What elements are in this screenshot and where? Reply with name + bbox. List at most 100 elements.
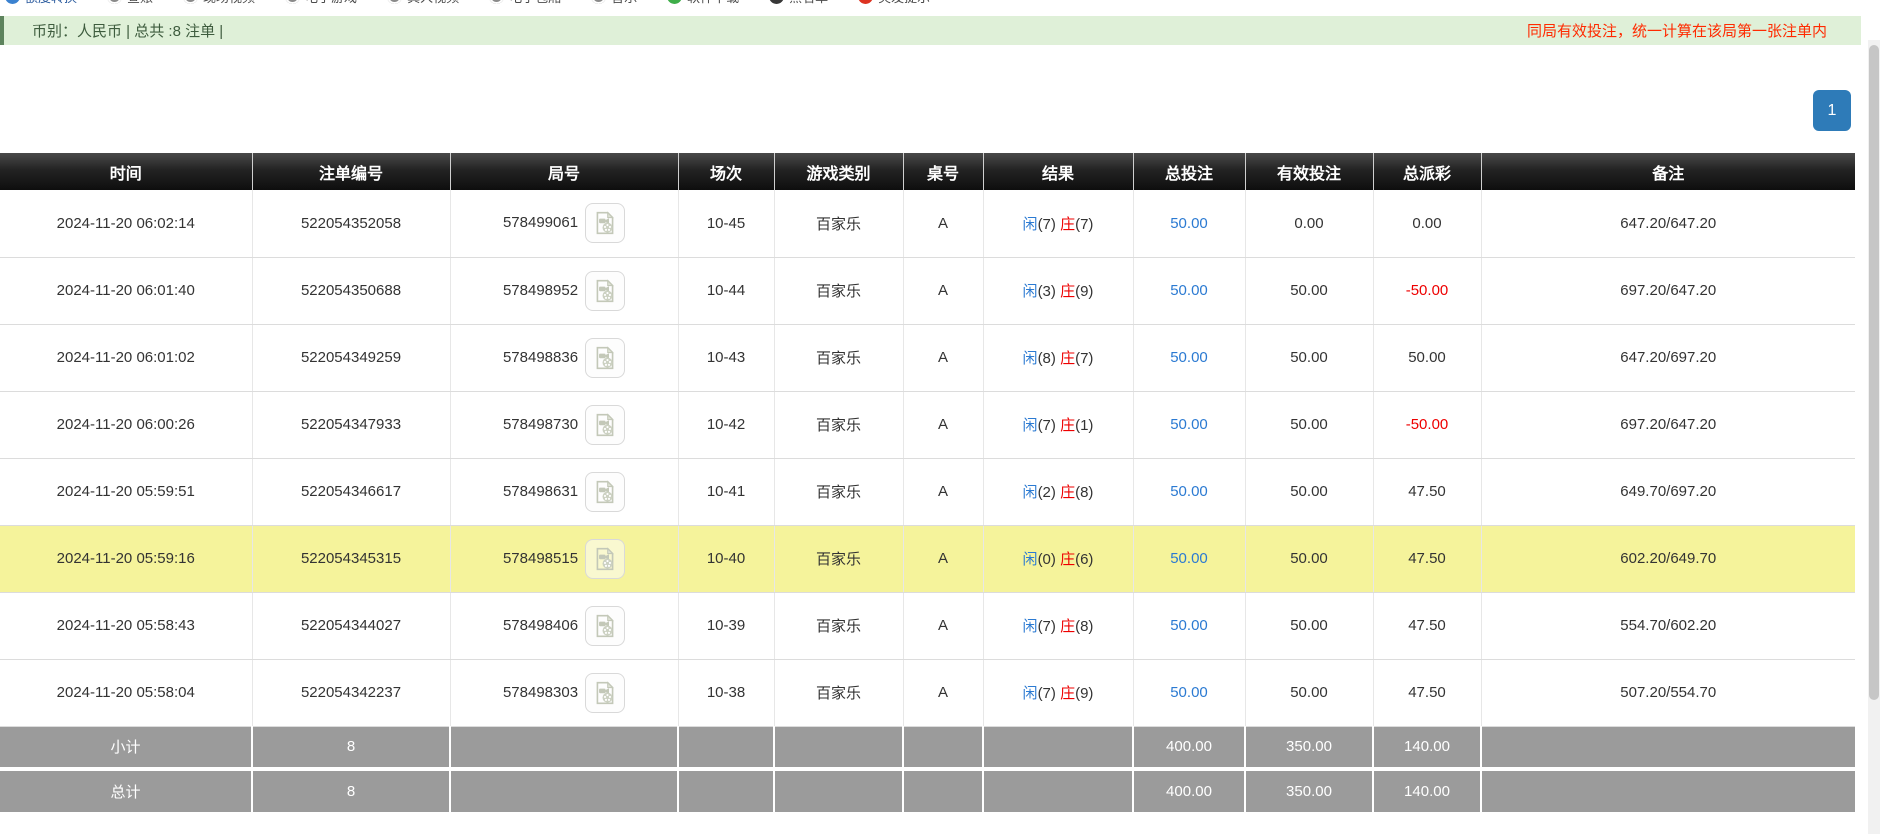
menu-item-label: 突发提示 xyxy=(878,0,930,6)
video-playback-button[interactable] xyxy=(585,539,625,579)
video-playback-icon xyxy=(592,546,618,572)
video-playback-button[interactable] xyxy=(585,203,625,243)
cell-bet-id: 522054350688 xyxy=(252,257,450,324)
cell-game-type: 百家乐 xyxy=(774,592,903,659)
column-header-4: 场次 xyxy=(678,153,774,190)
subtotal-row-cell: 小计 xyxy=(0,726,252,767)
menu-item-label: 电子游戏 xyxy=(305,0,357,6)
total-bet-link[interactable]: 50.00 xyxy=(1170,483,1208,500)
result-player: 闲 xyxy=(1023,618,1038,635)
grand-total-row-cell xyxy=(903,771,983,812)
total-bet-link[interactable]: 50.00 xyxy=(1170,617,1208,634)
cell-round-id: 578498406 xyxy=(450,592,678,659)
cell-valid-bet: 50.00 xyxy=(1245,458,1373,525)
cell-total-bet: 50.00 xyxy=(1133,190,1245,257)
cell-result: 闲(7) 庄(7) xyxy=(983,190,1133,257)
cell-time: 2024-11-20 05:58:43 xyxy=(0,592,252,659)
menu-item-8[interactable]: 软件下载 xyxy=(667,0,739,6)
video-playback-button[interactable] xyxy=(585,271,625,311)
bet-record-row: 2024-11-20 06:00:26522054347933578498730… xyxy=(0,391,1855,458)
subtotal-row-cell: 8 xyxy=(252,726,450,767)
bet-record-row: 2024-11-20 06:02:14522054352058578499061… xyxy=(0,190,1855,257)
cell-game-type: 百家乐 xyxy=(774,190,903,257)
cell-session: 10-42 xyxy=(678,391,774,458)
menu-item-3[interactable]: 现场视频 xyxy=(183,0,255,6)
grand-total-row-cell: 400.00 xyxy=(1133,771,1245,812)
cell-total-bet: 50.00 xyxy=(1133,659,1245,726)
scrollbar-thumb[interactable] xyxy=(1869,45,1879,700)
column-header-5: 游戏类别 xyxy=(774,153,903,190)
cell-round-id: 578499061 xyxy=(450,190,678,257)
menu-item-label: 黑名单 xyxy=(789,0,828,6)
menu-item-2[interactable]: 查账 xyxy=(107,0,153,6)
total-bet-link[interactable]: 50.00 xyxy=(1170,550,1208,567)
pagination-page-1-button[interactable]: 1 xyxy=(1813,90,1851,131)
menu-item-label: 查账 xyxy=(127,0,153,6)
cell-valid-bet: 50.00 xyxy=(1245,391,1373,458)
grand-total-row-cell xyxy=(450,771,678,812)
cell-time: 2024-11-20 06:00:26 xyxy=(0,391,252,458)
video-playback-button[interactable] xyxy=(585,472,625,512)
total-bet-link[interactable]: 50.00 xyxy=(1170,215,1208,232)
menu-item-1[interactable]: 额度转换 xyxy=(5,0,77,6)
menu-item-6[interactable]: 电子包厢 xyxy=(489,0,561,6)
column-header-8: 总投注 xyxy=(1133,153,1245,190)
cell-remark: 649.70/697.20 xyxy=(1481,458,1855,525)
video-playback-icon xyxy=(592,479,618,505)
grand-total-row: 总计8400.00350.00140.00 xyxy=(0,771,1855,812)
total-bet-link[interactable]: 50.00 xyxy=(1170,349,1208,366)
video-playback-button[interactable] xyxy=(585,405,625,445)
total-bet-link[interactable]: 50.00 xyxy=(1170,282,1208,299)
menu-item-5[interactable]: 真人视频 xyxy=(387,0,459,6)
cell-result: 闲(3) 庄(9) xyxy=(983,257,1133,324)
table-header-row: 时间注单编号局号场次游戏类别桌号结果总投注有效投注总派彩备注 xyxy=(0,153,1855,190)
result-player: 闲 xyxy=(1023,685,1038,702)
menu-item-label: 音乐 xyxy=(611,0,637,6)
cell-round-id: 578498952 xyxy=(450,257,678,324)
cell-payout: 47.50 xyxy=(1373,525,1481,592)
cell-table-no: A xyxy=(903,257,983,324)
grand-total-row-cell: 350.00 xyxy=(1245,771,1373,812)
video-playback-button[interactable] xyxy=(585,606,625,646)
cell-total-bet: 50.00 xyxy=(1133,458,1245,525)
result-banker: 庄 xyxy=(1060,216,1075,233)
subtotal-row-cell: 350.00 xyxy=(1245,726,1373,767)
cell-table-no: A xyxy=(903,458,983,525)
video-playback-icon xyxy=(592,613,618,639)
cell-result: 闲(2) 庄(8) xyxy=(983,458,1133,525)
cell-round-id: 578498515 xyxy=(450,525,678,592)
same-round-notice: 同局有效投注，统一计算在该局第一张注单内 xyxy=(1527,20,1827,41)
cell-remark: 697.20/647.20 xyxy=(1481,391,1855,458)
menu-item-7[interactable]: 音乐 xyxy=(591,0,637,6)
cell-remark: 602.20/649.70 xyxy=(1481,525,1855,592)
menu-icon xyxy=(667,0,682,4)
menu-icon xyxy=(387,0,402,4)
video-playback-button[interactable] xyxy=(585,673,625,713)
cell-bet-id: 522054342237 xyxy=(252,659,450,726)
menu-item-10[interactable]: 突发提示 xyxy=(858,0,930,6)
result-player: 闲 xyxy=(1023,350,1038,367)
cell-result: 闲(7) 庄(9) xyxy=(983,659,1133,726)
grand-total-row-cell: 总计 xyxy=(0,771,252,812)
cell-result: 闲(7) 庄(8) xyxy=(983,592,1133,659)
cell-round-id: 578498836 xyxy=(450,324,678,391)
video-playback-icon xyxy=(592,278,618,304)
result-banker: 庄 xyxy=(1060,551,1075,568)
cell-bet-id: 522054349259 xyxy=(252,324,450,391)
menu-item-9[interactable]: 黑名单 xyxy=(769,0,828,6)
vertical-scrollbar[interactable] xyxy=(1868,40,1880,834)
total-bet-link[interactable]: 50.00 xyxy=(1170,684,1208,701)
cell-time: 2024-11-20 05:59:51 xyxy=(0,458,252,525)
cell-session: 10-38 xyxy=(678,659,774,726)
cell-time: 2024-11-20 05:59:16 xyxy=(0,525,252,592)
cell-round-id: 578498730 xyxy=(450,391,678,458)
menu-item-4[interactable]: 电子游戏 xyxy=(285,0,357,6)
cell-game-type: 百家乐 xyxy=(774,525,903,592)
total-bet-link[interactable]: 50.00 xyxy=(1170,416,1208,433)
cell-remark: 507.20/554.70 xyxy=(1481,659,1855,726)
cell-bet-id: 522054345315 xyxy=(252,525,450,592)
subtotal-row-cell xyxy=(450,726,678,767)
video-playback-button[interactable] xyxy=(585,338,625,378)
cell-game-type: 百家乐 xyxy=(774,458,903,525)
menu-item-label: 额度转换 xyxy=(25,0,77,6)
